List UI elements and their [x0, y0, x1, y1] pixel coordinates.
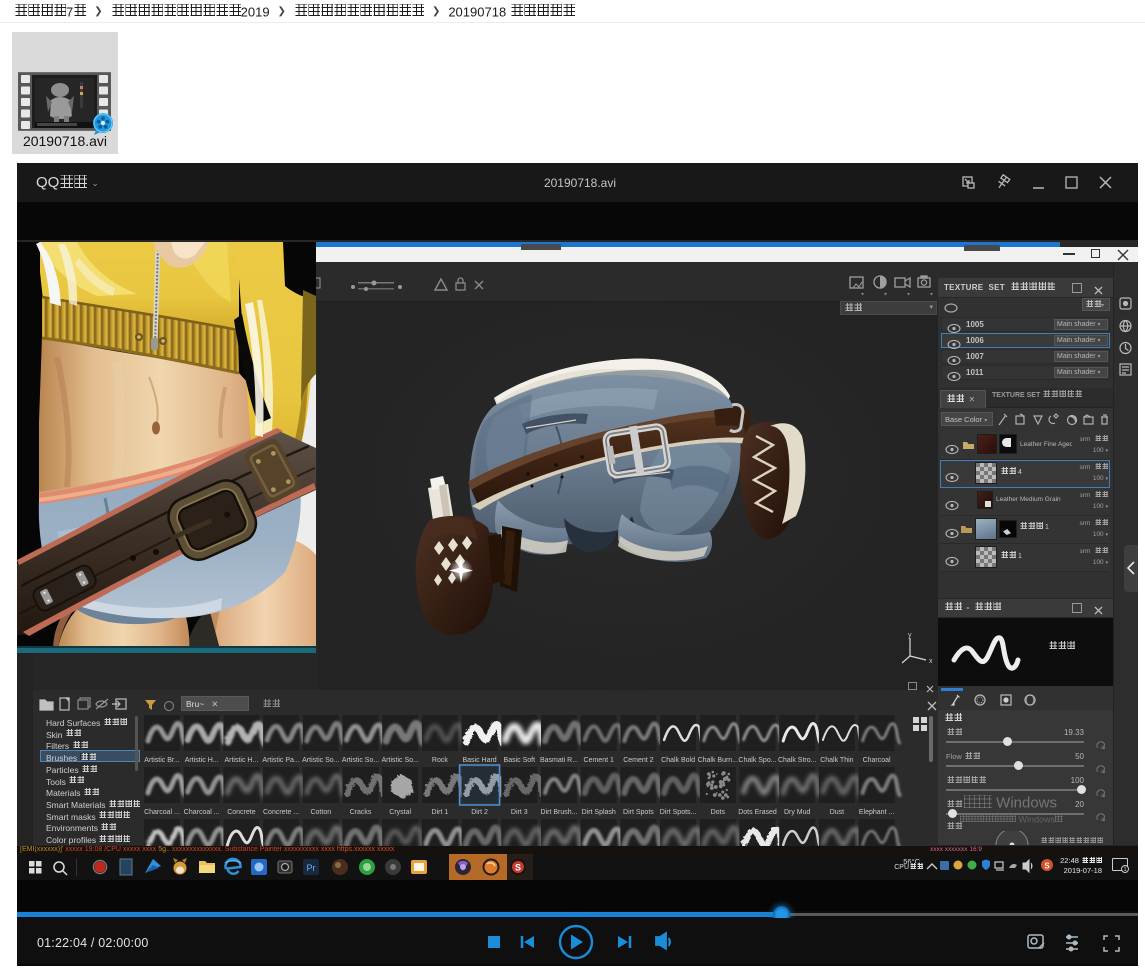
svg-text:y: y	[908, 632, 912, 639]
svg-text:Dirt Spots...: Dirt Spots...	[660, 809, 697, 816]
svg-text:Artistic So...: Artistic So...	[302, 757, 339, 764]
svg-text:Dirt 1: Dirt 1	[432, 809, 449, 816]
svg-text:Crystal: Crystal	[389, 809, 411, 816]
svg-text:Elephant ...: Elephant ...	[859, 809, 894, 816]
svg-text:S: S	[515, 863, 521, 873]
svg-text:Chalk Thin: Chalk Thin	[820, 757, 853, 764]
svg-text:Dirt Spots: Dirt Spots	[623, 809, 654, 816]
svg-text:Chalk Spo...: Chalk Spo...	[738, 757, 776, 764]
svg-text:Dirt Splash: Dirt Splash	[582, 809, 616, 816]
svg-text:Dots Erased: Dots Erased	[738, 809, 777, 816]
svg-text:Rock: Rock	[432, 757, 448, 764]
svg-text:Basic Hard: Basic Hard	[462, 757, 496, 764]
svg-text:Basmati R...: Basmati R...	[540, 757, 578, 764]
svg-text:Dry Mud: Dry Mud	[784, 809, 811, 816]
svg-text:Dirt 2: Dirt 2	[471, 809, 488, 816]
svg-text:Concrete: Concrete	[227, 809, 256, 816]
svg-text:Chalk Stro...: Chalk Stro...	[778, 757, 817, 764]
svg-text:Artistic Pa...: Artistic Pa...	[262, 757, 299, 764]
svg-text:Cement 1: Cement 1	[584, 757, 614, 764]
svg-text:Charcoal: Charcoal	[863, 757, 891, 764]
svg-text:Cotton: Cotton	[310, 809, 331, 816]
svg-text:Dots: Dots	[711, 809, 726, 816]
svg-text:Artistic Br...: Artistic Br...	[144, 757, 179, 764]
svg-text:Artistic So...: Artistic So...	[342, 757, 379, 764]
svg-text:Dust: Dust	[830, 809, 844, 816]
svg-text:Concrete ...: Concrete ...	[263, 809, 299, 816]
svg-text:Dirt 3: Dirt 3	[511, 809, 528, 816]
svg-text:Charcoal ...: Charcoal ...	[144, 809, 180, 816]
svg-text:Pr: Pr	[307, 863, 316, 873]
svg-text:x: x	[929, 658, 933, 665]
svg-text:Artistic H...: Artistic H...	[224, 757, 258, 764]
svg-text:Chalk Burn...: Chalk Burn...	[698, 757, 739, 764]
svg-text:Artistic So...: Artistic So...	[382, 757, 419, 764]
svg-text:Basic Soft: Basic Soft	[504, 757, 536, 764]
svg-text:Artistic H...: Artistic H...	[185, 757, 219, 764]
svg-text:Charcoal ...: Charcoal ...	[184, 809, 220, 816]
svg-text:Dirt Brush...: Dirt Brush...	[541, 809, 578, 816]
svg-text:Cracks: Cracks	[350, 809, 372, 816]
svg-text:Chalk Bold: Chalk Bold	[661, 757, 695, 764]
svg-text:Cement 2: Cement 2	[623, 757, 653, 764]
